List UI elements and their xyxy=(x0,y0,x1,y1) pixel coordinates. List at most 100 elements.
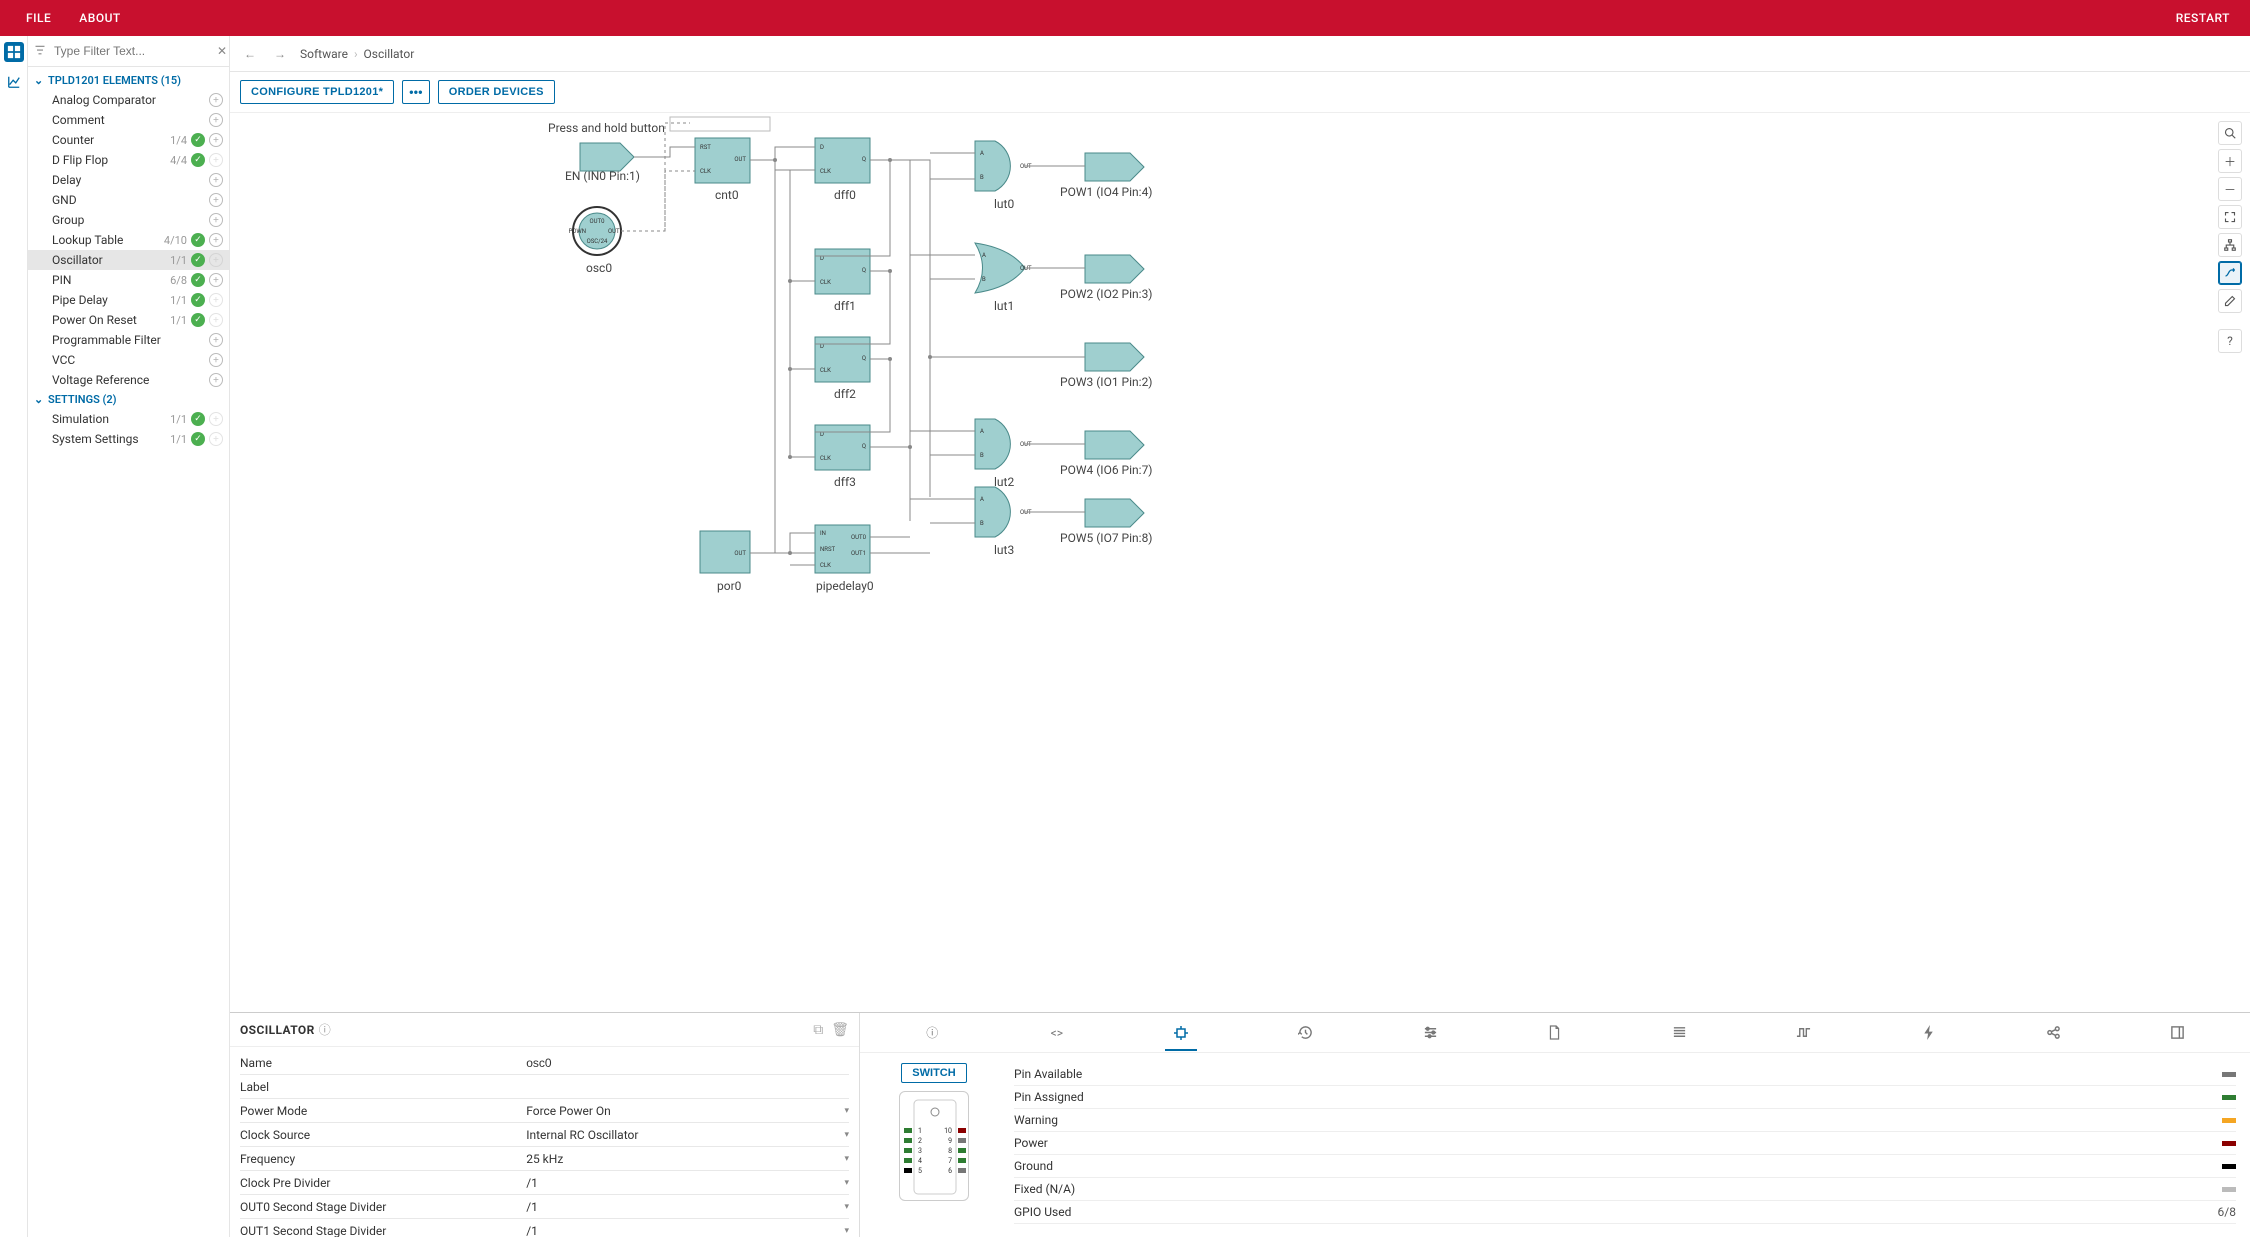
blocks-view-icon[interactable] xyxy=(4,42,24,62)
svg-text:4: 4 xyxy=(918,1157,922,1165)
nav-forward-icon[interactable]: → xyxy=(270,47,290,61)
edit-pencil-icon[interactable] xyxy=(2218,289,2242,313)
tab-file-icon[interactable] xyxy=(1543,1015,1567,1051)
tab-history-icon[interactable] xyxy=(1294,1015,1318,1051)
help-icon[interactable]: ? xyxy=(2218,329,2242,353)
switch-button[interactable]: SWITCH xyxy=(901,1063,966,1083)
svg-text:10: 10 xyxy=(944,1127,952,1135)
legend-fixed: Fixed (N/A) xyxy=(1014,1182,2214,1196)
zoom-tool-icon[interactable] xyxy=(2218,121,2242,145)
tree-item-pin[interactable]: PIN6/8 xyxy=(28,270,229,290)
block-pow2[interactable] xyxy=(1085,255,1144,283)
svg-text:A: A xyxy=(980,150,984,157)
group-elements-header[interactable]: ⌄ TPLD1201 ELEMENTS (15) xyxy=(28,71,229,90)
tree-item-voltage-reference[interactable]: Voltage Reference xyxy=(28,370,229,390)
add-icon[interactable] xyxy=(209,273,223,287)
tree-item-system-settings[interactable]: System Settings1/1 xyxy=(28,429,229,449)
restart-button[interactable]: RESTART xyxy=(2168,11,2238,25)
tab-code-icon[interactable]: <> xyxy=(1045,1015,1069,1051)
block-pow5[interactable] xyxy=(1085,499,1144,527)
block-pow3[interactable] xyxy=(1085,343,1144,371)
add-icon[interactable] xyxy=(209,213,223,227)
add-icon[interactable] xyxy=(209,173,223,187)
fit-screen-icon[interactable] xyxy=(2218,205,2242,229)
add-icon[interactable] xyxy=(209,373,223,387)
tab-chip-icon[interactable] xyxy=(1169,1015,1193,1051)
tab-pulse-icon[interactable] xyxy=(1792,1015,1816,1051)
prop-label-input[interactable] xyxy=(526,1078,849,1096)
svg-text:CLK: CLK xyxy=(820,279,831,286)
clear-filter-icon[interactable]: ✕ xyxy=(217,44,227,58)
tree-item-simulation[interactable]: Simulation1/1 xyxy=(28,409,229,429)
add-icon[interactable] xyxy=(209,333,223,347)
add-icon[interactable] xyxy=(209,133,223,147)
tree-item-analog-comparator[interactable]: Analog Comparator xyxy=(28,90,229,110)
configure-button[interactable]: CONFIGURE TPLD1201* xyxy=(240,80,394,104)
delete-icon[interactable]: 🗑 xyxy=(831,1022,849,1038)
zoom-in-icon[interactable]: ＋ xyxy=(2218,149,2242,173)
tree-item-gnd[interactable]: GND xyxy=(28,190,229,210)
check-icon xyxy=(191,253,205,267)
add-icon[interactable] xyxy=(209,193,223,207)
more-actions-button[interactable]: ••• xyxy=(402,80,430,104)
copy-icon[interactable]: ⧉ xyxy=(813,1022,823,1038)
svg-text:OUT1: OUT1 xyxy=(608,228,623,235)
tree-item-lookup-table[interactable]: Lookup Table4/10 xyxy=(28,230,229,250)
add-icon[interactable] xyxy=(209,353,223,367)
design-canvas[interactable]: ＋ － ? Press and hold button EN (IN0 Pin:… xyxy=(230,113,2250,1012)
tab-layout-icon[interactable] xyxy=(2166,1015,2190,1051)
svg-text:OUT: OUT xyxy=(734,550,746,557)
prop-o0d-select[interactable]: /1▾ xyxy=(526,1200,849,1214)
add-icon[interactable] xyxy=(209,93,223,107)
block-pow4[interactable] xyxy=(1085,431,1144,459)
tree-item-oscillator[interactable]: Oscillator1/1 xyxy=(28,250,229,270)
add-icon[interactable] xyxy=(209,233,223,247)
order-devices-button[interactable]: ORDER DEVICES xyxy=(438,80,555,104)
block-lut3[interactable]: ABOUT xyxy=(975,487,1032,537)
add-icon[interactable] xyxy=(209,113,223,127)
block-lut1[interactable]: ABOUT xyxy=(975,243,1032,293)
chevron-down-icon: ▾ xyxy=(844,1106,849,1116)
block-pipedelay0[interactable]: INOUT0NRSTOUT1CLK xyxy=(815,525,870,573)
filter-input[interactable] xyxy=(50,40,213,62)
tree-item-dff[interactable]: D Flip Flop4/4 xyxy=(28,150,229,170)
tree-item-group[interactable]: Group xyxy=(28,210,229,230)
block-lut0[interactable]: ABOUT xyxy=(975,141,1032,191)
route-icon[interactable] xyxy=(2218,261,2242,285)
tab-stack-icon[interactable] xyxy=(1667,1015,1691,1051)
prop-csrc-select[interactable]: Internal RC Oscillator▾ xyxy=(526,1128,849,1142)
info-icon[interactable]: ⓘ xyxy=(319,1021,331,1038)
prop-name-input[interactable] xyxy=(526,1054,849,1072)
crumb-oscillator[interactable]: Oscillator xyxy=(364,47,415,61)
group-settings-header[interactable]: ⌄ SETTINGS (2) xyxy=(28,390,229,409)
tree-item-comment[interactable]: Comment xyxy=(28,110,229,130)
tree-item-delay[interactable]: Delay xyxy=(28,170,229,190)
legend-gpio-value: 6/8 xyxy=(2210,1205,2236,1219)
tree-item-power-on-reset[interactable]: Power On Reset1/1 xyxy=(28,310,229,330)
tree-item-programmable-filter[interactable]: Programmable Filter xyxy=(28,330,229,350)
zoom-out-icon[interactable]: － xyxy=(2218,177,2242,201)
svg-text:CLK: CLK xyxy=(820,562,831,569)
prop-freq-select[interactable]: 25 kHz▾ xyxy=(526,1152,849,1166)
graph-view-icon[interactable] xyxy=(4,72,24,92)
tree-item-vcc[interactable]: VCC xyxy=(28,350,229,370)
block-en[interactable] xyxy=(580,143,634,171)
block-dff0[interactable]: DQCLK xyxy=(815,138,870,183)
tab-info-icon[interactable]: ⓘ xyxy=(920,1015,944,1051)
nav-back-icon[interactable]: ← xyxy=(240,47,260,61)
prop-o1d-select[interactable]: /1▾ xyxy=(526,1224,849,1237)
check-icon xyxy=(191,153,205,167)
hierarchy-icon[interactable] xyxy=(2218,233,2242,257)
tree-item-counter[interactable]: Counter1/4 xyxy=(28,130,229,150)
block-lut2[interactable]: ABOUT xyxy=(975,419,1032,469)
tab-sliders-icon[interactable] xyxy=(1418,1015,1442,1051)
tree-item-pipe-delay[interactable]: Pipe Delay1/1 xyxy=(28,290,229,310)
crumb-software[interactable]: Software xyxy=(300,47,348,61)
prop-cpd-select[interactable]: /1▾ xyxy=(526,1176,849,1190)
tab-flash-icon[interactable] xyxy=(1917,1015,1941,1051)
menu-file[interactable]: FILE xyxy=(12,0,65,36)
prop-pmode-select[interactable]: Force Power On▾ xyxy=(526,1104,849,1118)
menu-about[interactable]: ABOUT xyxy=(65,0,134,36)
tab-share-icon[interactable] xyxy=(2041,1015,2065,1051)
block-pow1[interactable] xyxy=(1085,153,1144,181)
